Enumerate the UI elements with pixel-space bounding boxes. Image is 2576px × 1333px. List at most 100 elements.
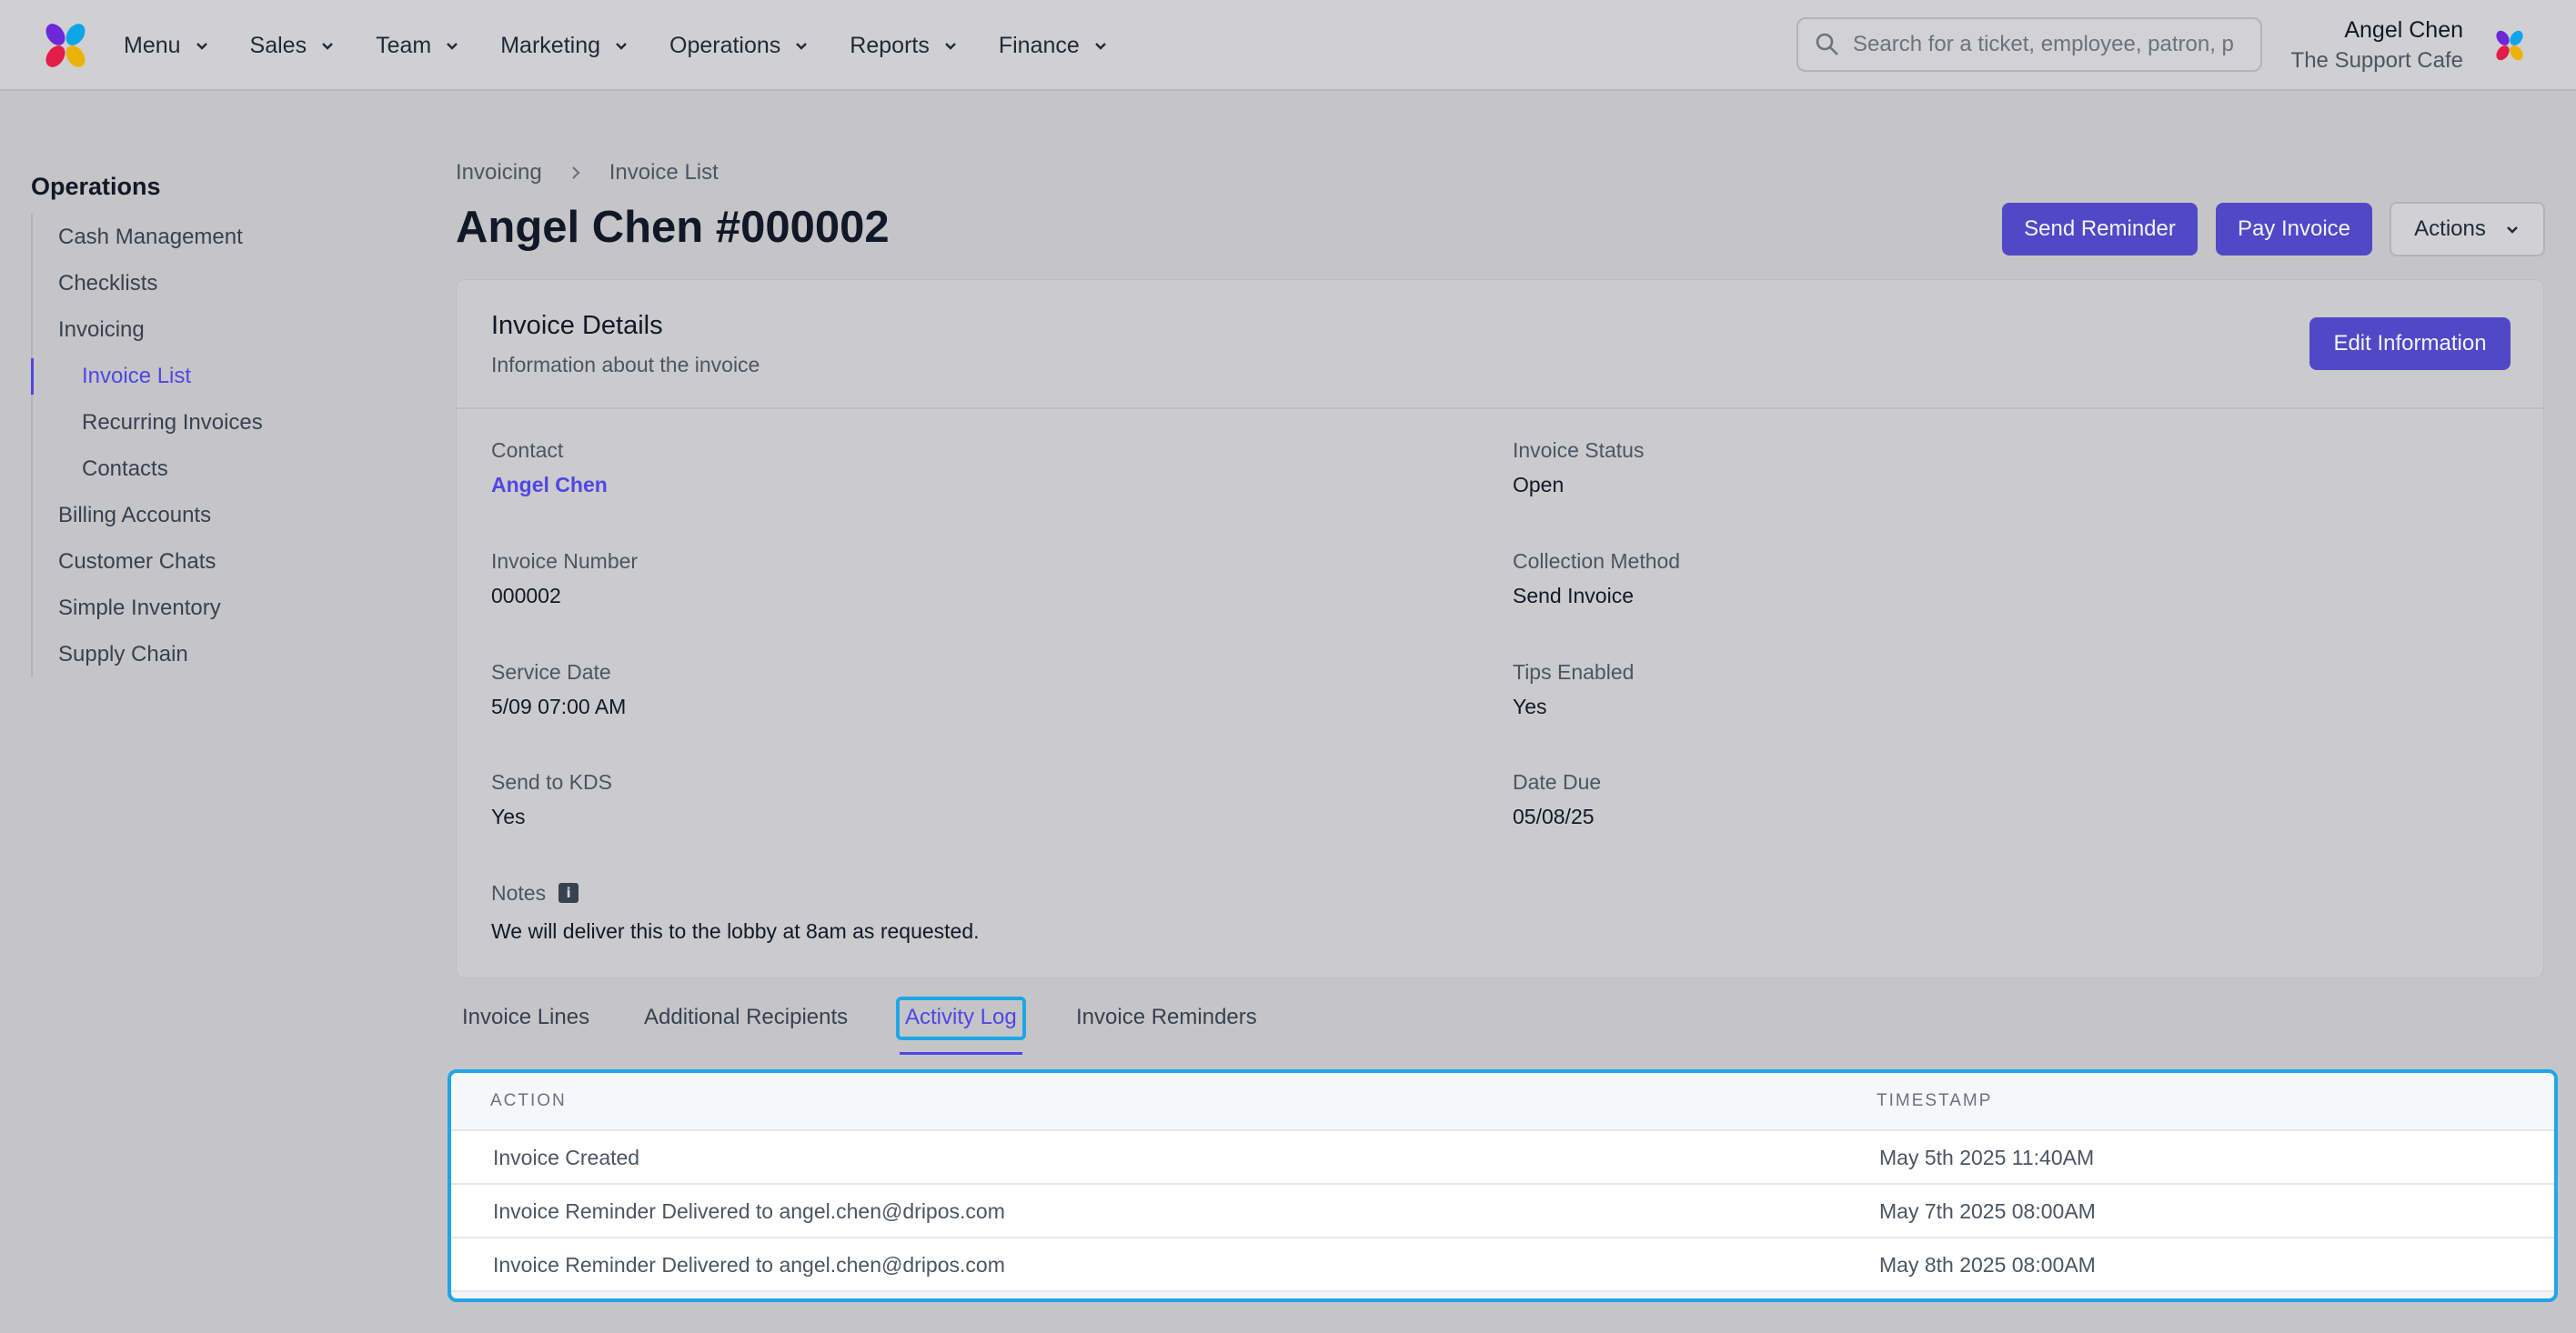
- nav-label: Team: [376, 32, 432, 58]
- field-label: Notes: [491, 881, 547, 905]
- nav-label: Sales: [249, 32, 307, 58]
- sidebar-item-customer-chats[interactable]: Customer Chats: [33, 538, 413, 585]
- sidebar-item-invoice-list[interactable]: Invoice List: [31, 353, 413, 399]
- field-label: Collection Method: [1513, 549, 1681, 573]
- sidebar-item-recurring-invoices[interactable]: Recurring Invoices: [33, 399, 413, 446]
- contact-field: Contact Angel Chen: [491, 436, 608, 498]
- active-tab-indicator: [900, 1052, 1022, 1055]
- nav-label: Finance: [998, 32, 1080, 58]
- notes-value: We will deliver this to the lobby at 8am…: [491, 919, 980, 943]
- field-value: Send Invoice: [1513, 584, 1634, 607]
- service-date-field: Service Date 5/09 07:00 AM: [491, 658, 626, 720]
- field-value: 5/09 07:00 AM: [491, 695, 627, 718]
- chevron-down-icon: [322, 43, 333, 50]
- user-menu[interactable]: Angel Chen The Support Cafe: [2291, 15, 2463, 76]
- tab-invoice-reminders[interactable]: Invoice Reminders: [1076, 995, 1257, 1058]
- activity-log-table: ACTION TIMESTAMP Invoice Created May 5th…: [448, 1069, 2558, 1302]
- tab-additional-recipients[interactable]: Additional Recipients: [644, 995, 848, 1058]
- breadcrumb: Invoicing Invoice List: [456, 160, 719, 185]
- sidebar-item-invoicing[interactable]: Invoicing: [33, 306, 413, 353]
- notes-field: Notes i We will deliver this to the lobb…: [491, 879, 980, 945]
- tab-activity-log[interactable]: Activity Log: [896, 995, 1026, 1058]
- user-name: Angel Chen: [2344, 17, 2463, 43]
- contact-link[interactable]: Angel Chen: [491, 471, 608, 498]
- nav-finance[interactable]: Finance: [999, 33, 1109, 59]
- send-to-kds-field: Send to KDS Yes: [491, 768, 612, 830]
- breadcrumb-invoice-list[interactable]: Invoice List: [609, 160, 719, 185]
- chevron-down-icon: [1094, 43, 1106, 50]
- field-label: Tips Enabled: [1513, 660, 1635, 684]
- sidebar-item-cash-management[interactable]: Cash Management: [33, 214, 413, 260]
- row-timestamp: May 5th 2025 11:40AM: [1879, 1146, 2095, 1169]
- nav-team[interactable]: Team: [376, 33, 460, 59]
- field-value: Yes: [491, 805, 526, 828]
- column-header-timestamp: TIMESTAMP: [1877, 1091, 1993, 1110]
- pay-invoice-button[interactable]: Pay Invoice: [2216, 203, 2372, 256]
- card-subtitle: Information about the invoice: [491, 353, 760, 376]
- nav-label: Marketing: [500, 32, 600, 58]
- tab-label: Additional Recipients: [644, 1005, 849, 1029]
- sidebar-title: Operations: [31, 173, 161, 200]
- invoice-status-field: Invoice Status Open: [1513, 436, 1644, 498]
- chevron-down-icon: [196, 43, 207, 50]
- card-header: Invoice Details Information about the in…: [457, 280, 2543, 409]
- sidebar-item-contacts[interactable]: Contacts: [33, 446, 413, 492]
- field-label: Invoice Status: [1513, 438, 1645, 462]
- invoice-details-card: Invoice Details Information about the in…: [456, 279, 2544, 978]
- table-header: ACTION TIMESTAMP: [451, 1073, 2554, 1131]
- column-header-action: ACTION: [490, 1091, 567, 1110]
- top-navigation-bar: Menu Sales Team Marketing Operations Rep…: [0, 0, 2576, 91]
- sidebar-item-billing-accounts[interactable]: Billing Accounts: [33, 492, 413, 538]
- nav-sales[interactable]: Sales: [250, 33, 337, 59]
- tab-label: Invoice Lines: [462, 1005, 590, 1029]
- row-timestamp: May 7th 2025 08:00AM: [1879, 1199, 2096, 1223]
- global-search: [1796, 17, 2262, 72]
- field-value: Yes: [1513, 695, 1547, 718]
- row-action: Invoice Reminder Delivered to angel.chen…: [493, 1253, 1005, 1277]
- table-row: Invoice Created May 5th 2025 11:40AM: [451, 1131, 2554, 1185]
- chevron-down-icon: [944, 43, 956, 50]
- row-action: Invoice Created: [493, 1146, 640, 1169]
- actions-label: Actions: [2414, 216, 2486, 241]
- edit-information-button[interactable]: Edit Information: [2309, 317, 2511, 370]
- tab-invoice-lines[interactable]: Invoice Lines: [462, 995, 589, 1058]
- sidebar-item-supply-chain[interactable]: Supply Chain: [33, 631, 413, 677]
- field-value: 05/08/25: [1513, 805, 1595, 828]
- send-reminder-button[interactable]: Send Reminder: [2002, 203, 2198, 256]
- sidebar-item-simple-inventory[interactable]: Simple Inventory: [33, 585, 413, 631]
- field-value: 000002: [491, 584, 561, 607]
- nav-marketing[interactable]: Marketing: [500, 33, 629, 59]
- sidebar-list: Cash Management Checklists Invoicing Inv…: [31, 214, 413, 677]
- tab-label: Invoice Reminders: [1076, 1005, 1257, 1029]
- invoice-number-field: Invoice Number 000002: [491, 547, 638, 609]
- focus-ring: [896, 997, 1026, 1040]
- table-row: Invoice Reminder Delivered to angel.chen…: [451, 1185, 2554, 1238]
- table-row: Invoice Reminder Delivered to angel.chen…: [451, 1238, 2554, 1292]
- search-icon: [1816, 33, 1838, 55]
- nav-label: Operations: [669, 32, 781, 58]
- field-label: Contact: [491, 438, 564, 462]
- field-label: Service Date: [491, 660, 611, 684]
- row-action: Invoice Reminder Delivered to angel.chen…: [493, 1199, 1005, 1223]
- chevron-right-icon: [571, 166, 580, 179]
- location-logo-icon[interactable]: [2492, 28, 2527, 63]
- field-value: Open: [1513, 473, 1565, 496]
- nav-label: Menu: [124, 32, 181, 58]
- row-timestamp: May 8th 2025 08:00AM: [1879, 1253, 2096, 1277]
- field-label: Date Due: [1513, 770, 1602, 794]
- actions-dropdown-button[interactable]: Actions: [2390, 202, 2545, 256]
- app-logo-icon[interactable]: [40, 20, 91, 71]
- search-input[interactable]: [1853, 32, 2235, 57]
- field-label: Invoice Number: [491, 549, 639, 573]
- nav-operations[interactable]: Operations: [669, 33, 810, 59]
- nav-reports[interactable]: Reports: [850, 33, 959, 59]
- user-organization: The Support Cafe: [2290, 48, 2463, 73]
- date-due-field: Date Due 05/08/25: [1513, 768, 1601, 830]
- nav-label: Reports: [850, 32, 930, 58]
- breadcrumb-invoicing[interactable]: Invoicing: [456, 160, 542, 185]
- chevron-down-icon: [447, 43, 458, 50]
- sidebar-item-checklists[interactable]: Checklists: [33, 260, 413, 306]
- info-icon[interactable]: i: [558, 883, 579, 903]
- sidebar: Operations Cash Management Checklists In…: [31, 173, 413, 677]
- nav-menu[interactable]: Menu: [124, 33, 210, 59]
